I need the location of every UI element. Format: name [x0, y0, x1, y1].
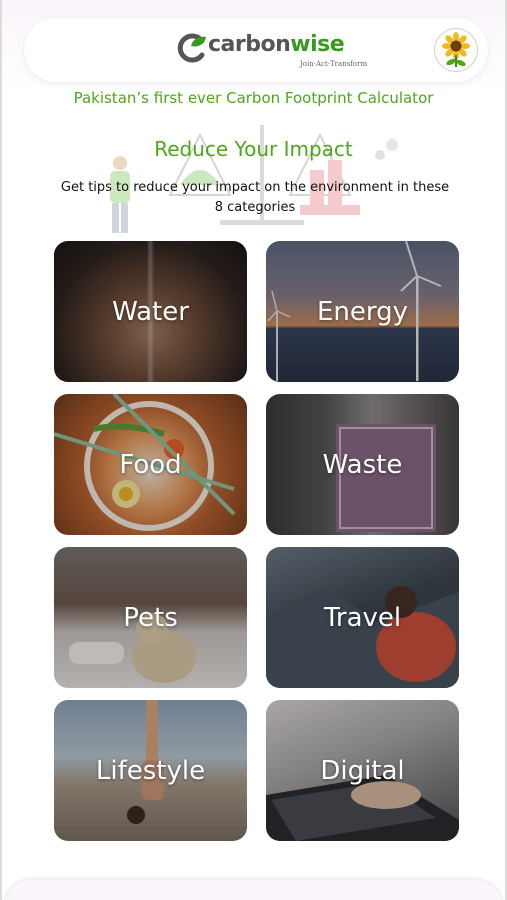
carbon-leaf-logo-icon	[177, 33, 206, 63]
category-card-food[interactable]: Food	[54, 394, 247, 535]
category-label: Digital	[320, 755, 405, 786]
category-label: Waste	[322, 449, 403, 480]
profile-avatar[interactable]	[434, 28, 478, 72]
banner-tagline: Pakistan’s first ever Carbon Footprint C…	[73, 89, 434, 107]
left-edge	[0, 0, 2, 900]
logo-tagline: Join·Act·Transform	[300, 60, 368, 68]
category-label: Food	[119, 449, 182, 480]
category-label: Travel	[323, 602, 402, 633]
category-label: Water	[112, 296, 189, 327]
logo-wordmark: carbonwise	[208, 32, 345, 58]
category-card-waste[interactable]: Waste	[266, 394, 459, 535]
logo-word-wise: wise	[290, 32, 345, 57]
category-label: Pets	[123, 602, 178, 633]
bottom-sheet-panel[interactable]	[4, 880, 503, 900]
carbonwise-logo[interactable]: carbonwise Join·Act·Transform	[176, 30, 367, 70]
category-card-digital[interactable]: Digital	[266, 700, 459, 841]
category-label: Lifestyle	[95, 755, 206, 786]
app-screen: carbonwise Join·Act·Transform Pakistan’s…	[0, 0, 507, 900]
category-card-travel[interactable]: Travel	[266, 547, 459, 688]
category-card-lifestyle[interactable]: Lifestyle	[54, 700, 247, 841]
sunflower-icon	[442, 32, 470, 67]
category-grid: Water Energy Food Waste Pets Travel Life…	[54, 241, 459, 841]
section-title: Reduce Your Impact	[154, 137, 353, 161]
category-card-pets[interactable]: Pets	[54, 547, 247, 688]
logo-word-carbon: carbon	[208, 32, 291, 57]
app-header: carbonwise Join·Act·Transform	[24, 18, 488, 82]
category-label: Energy	[316, 296, 409, 327]
category-card-water[interactable]: Water	[54, 241, 247, 382]
section-subtitle: Get tips to reduce your impact on the en…	[60, 180, 450, 215]
category-card-energy[interactable]: Energy	[266, 241, 459, 382]
